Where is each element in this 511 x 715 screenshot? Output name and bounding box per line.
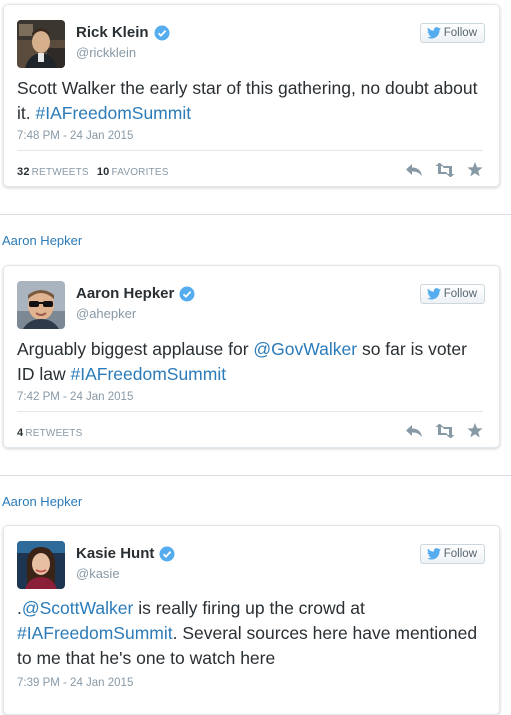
retweets-count[interactable]: 32 — [17, 166, 30, 178]
attribution-link[interactable]: Aaron Hepker — [2, 494, 82, 509]
tweet-actions — [405, 423, 483, 438]
reply-icon[interactable] — [405, 163, 423, 177]
verified-badge-icon — [179, 286, 195, 302]
avatar[interactable] — [17, 20, 65, 68]
separator — [0, 214, 511, 215]
follow-label: Follow — [443, 548, 477, 560]
tweet-text: Arguably biggest applause for @GovWalker… — [17, 337, 481, 387]
tweet-text-part: is really firing up the crowd at — [133, 598, 365, 618]
follow-label: Follow — [443, 288, 477, 300]
tweet-actions — [405, 162, 483, 177]
verified-badge-icon — [154, 25, 170, 41]
mention-link[interactable]: @ScottWalker — [22, 598, 133, 618]
user-handle[interactable]: @rickklein — [76, 45, 136, 60]
user-handle[interactable]: @kasie — [76, 566, 120, 581]
twitter-bird-icon — [426, 288, 441, 300]
favorites-label[interactable]: FAVORITES — [111, 167, 168, 178]
divider — [17, 411, 483, 412]
hashtag-link[interactable]: #IAFreedomSummit — [17, 623, 173, 643]
retweet-icon[interactable] — [435, 423, 455, 438]
favorites-count[interactable]: 10 — [97, 166, 110, 178]
user-name[interactable]: Kasie Hunt — [76, 545, 154, 562]
retweets-label[interactable]: RETWEETS — [32, 167, 89, 178]
verified-badge-icon — [159, 546, 175, 562]
user-name[interactable]: Aaron Hepker — [76, 285, 174, 302]
favorite-star-icon[interactable] — [467, 423, 483, 438]
mention-link[interactable]: @GovWalker — [253, 339, 357, 359]
tweet-timestamp[interactable]: 7:39 PM - 24 Jan 2015 — [17, 677, 133, 689]
retweets-label[interactable]: RETWEETS — [25, 428, 82, 439]
hashtag-link[interactable]: #IAFreedomSummit — [35, 103, 191, 123]
user-name[interactable]: Rick Klein — [76, 24, 149, 41]
tweet-text: Scott Walker the early star of this gath… — [17, 76, 481, 126]
retweet-icon[interactable] — [435, 162, 455, 177]
tweet-card: Kasie Hunt @kasie Follow .@ScottWalker i… — [3, 525, 500, 715]
retweets-count[interactable]: 4 — [17, 427, 23, 439]
divider — [17, 150, 483, 151]
tweet-timestamp[interactable]: 7:42 PM - 24 Jan 2015 — [17, 391, 133, 403]
twitter-bird-icon — [426, 548, 441, 560]
tweet-text-part: Arguably biggest applause for — [17, 339, 254, 359]
follow-button[interactable]: Follow — [419, 284, 485, 304]
favorite-star-icon[interactable] — [467, 162, 483, 177]
separator — [0, 475, 511, 476]
follow-button[interactable]: Follow — [419, 23, 485, 43]
avatar[interactable] — [17, 281, 65, 329]
reply-icon[interactable] — [405, 424, 423, 438]
tweet-timestamp[interactable]: 7:48 PM - 24 Jan 2015 — [17, 130, 133, 142]
tweet-stats: 4 RETWEETS — [17, 427, 83, 439]
tweet-stats: 32 RETWEETS 10 FAVORITES — [17, 166, 169, 178]
hashtag-link[interactable]: #IAFreedomSummit — [70, 364, 226, 384]
twitter-bird-icon — [426, 27, 441, 39]
follow-label: Follow — [443, 27, 477, 39]
user-handle[interactable]: @ahepker — [76, 306, 136, 321]
avatar[interactable] — [17, 541, 65, 589]
attribution-link[interactable]: Aaron Hepker — [2, 233, 82, 248]
tweet-card: Rick Klein @rickklein Follow Scott Walke… — [3, 4, 500, 187]
follow-button[interactable]: Follow — [419, 544, 485, 564]
tweet-text: .@ScottWalker is really firing up the cr… — [17, 596, 481, 671]
tweet-card: Aaron Hepker @ahepker Follow Arguably bi… — [3, 265, 500, 448]
